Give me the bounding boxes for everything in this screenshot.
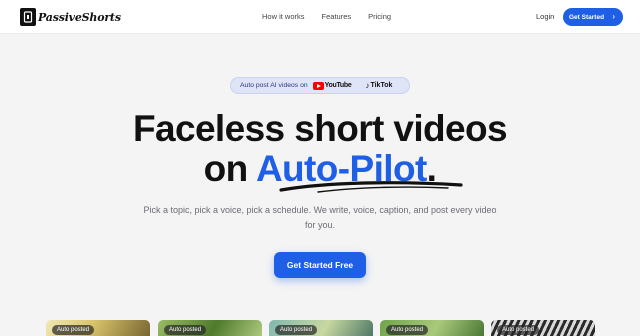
nav-links: How it works Features Pricing: [262, 12, 408, 21]
youtube-wordmark: YouTube: [324, 82, 352, 89]
brand-logo[interactable]: PassiveShorts: [20, 8, 121, 26]
tiktok-logo: ♪ TikTok: [365, 81, 392, 90]
auto-posted-badge: Auto posted: [52, 325, 95, 335]
nav-get-started-button[interactable]: Get Started ›: [563, 8, 623, 26]
nav-link-pricing[interactable]: Pricing: [368, 12, 391, 21]
hero-subtitle: Pick a topic, pick a voice, pick a sched…: [143, 205, 497, 230]
auto-posted-badge: Auto posted: [386, 325, 429, 335]
brand-name: PassiveShorts: [38, 10, 121, 24]
nav-link-how-it-works[interactable]: How it works: [262, 12, 305, 21]
tiktok-wordmark: TikTok: [370, 82, 393, 89]
tiktok-note-icon: ♪: [365, 81, 370, 90]
video-card-3[interactable]: Auto posted: [269, 320, 373, 336]
get-started-free-button[interactable]: Get Started Free: [274, 252, 366, 278]
underline-swoosh-icon: [279, 181, 463, 193]
auto-posted-badge: Auto posted: [275, 325, 318, 335]
top-navbar: PassiveShorts How it works Features Pric…: [0, 0, 640, 34]
headline-line-1: Faceless short videos: [132, 108, 508, 149]
headline-prefix: on: [203, 148, 256, 189]
youtube-play-icon: [312, 81, 324, 90]
login-link[interactable]: Login: [536, 12, 554, 21]
nav-link-features[interactable]: Features: [322, 12, 352, 21]
chevron-right-icon: ›: [612, 12, 615, 21]
youtube-logo: YouTube: [312, 81, 352, 90]
auto-posted-badge: Auto posted: [164, 325, 207, 335]
video-card-2[interactable]: Auto posted: [158, 320, 262, 336]
nav-get-started-label: Get Started: [569, 13, 605, 21]
logo-mark-icon: [20, 8, 36, 26]
platform-pill: Auto post AI videos on YouTube ♪ TikTok: [230, 77, 410, 94]
auto-posted-badge: Auto posted: [497, 325, 540, 335]
video-card-4[interactable]: Auto posted: [380, 320, 484, 336]
video-card-5[interactable]: Auto posted: [491, 320, 595, 336]
pill-text: Auto post AI videos on: [240, 82, 308, 89]
video-card-1[interactable]: Auto posted: [46, 320, 150, 336]
